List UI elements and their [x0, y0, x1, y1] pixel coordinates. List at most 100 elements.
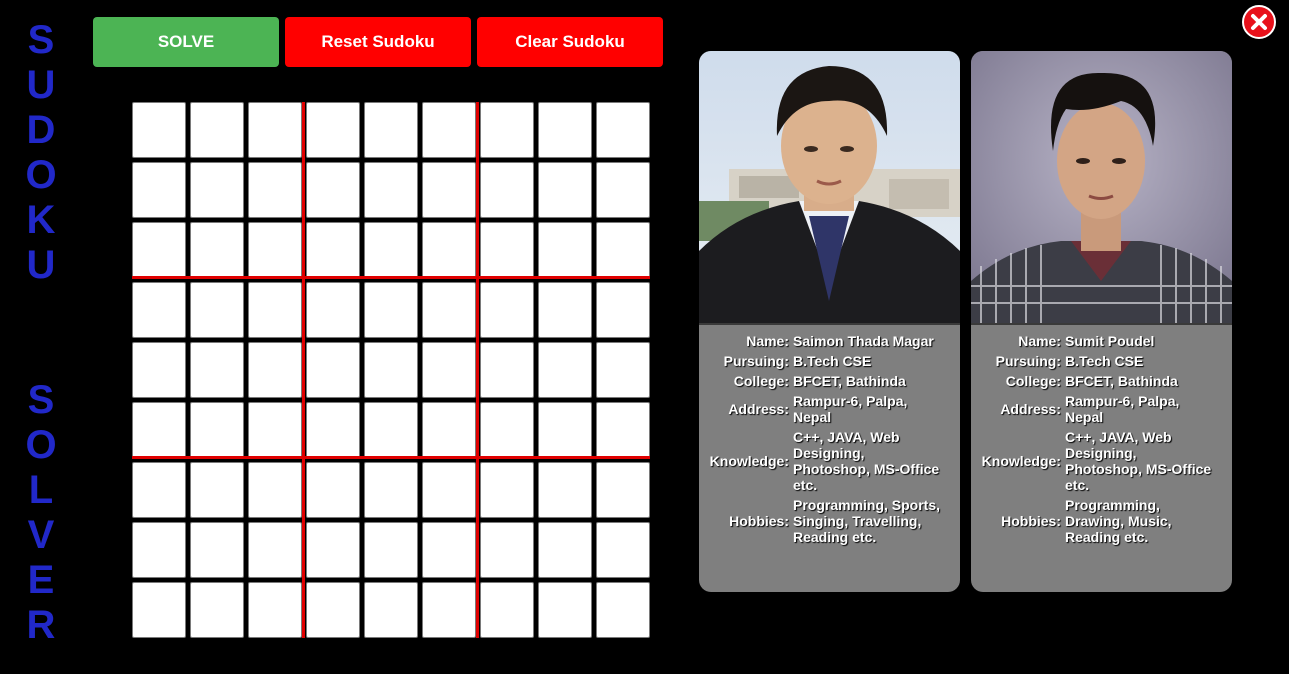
sudoku-cell-input[interactable] [538, 162, 592, 218]
solve-button[interactable]: SOLVE [93, 17, 279, 67]
sudoku-cell-input[interactable] [422, 402, 476, 458]
sudoku-cell-wrapper [246, 100, 304, 160]
sudoku-cell-input[interactable] [538, 462, 592, 518]
sudoku-cell-input[interactable] [364, 402, 418, 458]
sudoku-cell-wrapper [536, 580, 594, 640]
sudoku-cell-input[interactable] [132, 462, 186, 518]
sudoku-cell-input[interactable] [596, 522, 650, 578]
sudoku-cell-input[interactable] [132, 342, 186, 398]
sudoku-cell-input[interactable] [190, 522, 244, 578]
sudoku-cell-input[interactable] [190, 462, 244, 518]
sudoku-cell-input[interactable] [596, 342, 650, 398]
value-knowledge: C++, JAVA, Web Designing, Photoshop, MS-… [1065, 429, 1212, 493]
sudoku-cell-input[interactable] [132, 222, 186, 278]
sudoku-cell-input[interactable] [248, 462, 302, 518]
sudoku-cell-input[interactable] [364, 102, 418, 158]
sudoku-cell-input[interactable] [248, 222, 302, 278]
sudoku-cell-input[interactable] [480, 522, 534, 578]
sudoku-cell-input[interactable] [480, 462, 534, 518]
sudoku-cell-input[interactable] [132, 522, 186, 578]
title-letter: O [25, 153, 57, 197]
sudoku-cell-input[interactable] [538, 222, 592, 278]
sudoku-cell-input[interactable] [364, 462, 418, 518]
reset-sudoku-button[interactable]: Reset Sudoku [285, 17, 471, 67]
sudoku-cell-input[interactable] [190, 342, 244, 398]
sudoku-cell-input[interactable] [480, 402, 534, 458]
sudoku-cell-input[interactable] [132, 582, 186, 638]
sudoku-cell-input[interactable] [480, 222, 534, 278]
sudoku-cell-input[interactable] [306, 102, 360, 158]
sudoku-cell-input[interactable] [480, 102, 534, 158]
close-button[interactable] [1242, 5, 1276, 39]
sudoku-cell-input[interactable] [248, 402, 302, 458]
sudoku-cell-input[interactable] [422, 462, 476, 518]
sudoku-cell-input[interactable] [248, 282, 302, 338]
sudoku-cell-input[interactable] [422, 342, 476, 398]
sudoku-cell-input[interactable] [538, 102, 592, 158]
sudoku-cell-input[interactable] [596, 162, 650, 218]
sudoku-cell-input[interactable] [422, 222, 476, 278]
sudoku-cell-input[interactable] [190, 162, 244, 218]
sudoku-cell-input[interactable] [190, 282, 244, 338]
sudoku-cell-input[interactable] [248, 582, 302, 638]
sudoku-cell-input[interactable] [422, 102, 476, 158]
sudoku-cell-input[interactable] [538, 402, 592, 458]
sudoku-cell-input[interactable] [538, 522, 592, 578]
clear-sudoku-button[interactable]: Clear Sudoku [477, 17, 663, 67]
sudoku-cell-input[interactable] [538, 342, 592, 398]
sudoku-cell-input[interactable] [190, 222, 244, 278]
sudoku-cell-input[interactable] [364, 522, 418, 578]
sudoku-cell-input[interactable] [480, 282, 534, 338]
box-separator-vertical [476, 102, 479, 638]
sudoku-cell-input[interactable] [248, 342, 302, 398]
sudoku-cell-input[interactable] [596, 462, 650, 518]
sudoku-cell-input[interactable] [480, 582, 534, 638]
label-knowledge: Knowledge: [981, 453, 1061, 469]
sudoku-cell-input[interactable] [364, 222, 418, 278]
sudoku-cell-input[interactable] [306, 222, 360, 278]
sudoku-cell-input[interactable] [132, 102, 186, 158]
sudoku-cell-input[interactable] [422, 162, 476, 218]
sudoku-cell-input[interactable] [364, 162, 418, 218]
sudoku-cell-input[interactable] [190, 102, 244, 158]
sudoku-cell-wrapper [536, 280, 594, 340]
sudoku-cell-input[interactable] [248, 162, 302, 218]
sudoku-cell-input[interactable] [132, 162, 186, 218]
sudoku-cell-input[interactable] [306, 402, 360, 458]
sudoku-cell-input[interactable] [306, 162, 360, 218]
sudoku-cell-input[interactable] [480, 162, 534, 218]
sudoku-cell-wrapper [536, 340, 594, 400]
sudoku-cell-input[interactable] [596, 582, 650, 638]
sudoku-cell-wrapper [362, 460, 420, 520]
sudoku-cell-input[interactable] [190, 402, 244, 458]
sudoku-cell-input[interactable] [132, 282, 186, 338]
sudoku-cell-input[interactable] [306, 462, 360, 518]
sudoku-cell-input[interactable] [422, 522, 476, 578]
sudoku-cell-input[interactable] [132, 402, 186, 458]
sudoku-cell-input[interactable] [364, 282, 418, 338]
sudoku-cell-input[interactable] [480, 342, 534, 398]
title-letter: L [28, 468, 54, 512]
sudoku-cell-input[interactable] [538, 282, 592, 338]
sudoku-cell-input[interactable] [422, 282, 476, 338]
sudoku-cell-input[interactable] [364, 582, 418, 638]
sudoku-cell-input[interactable] [306, 282, 360, 338]
sudoku-cell-input[interactable] [190, 582, 244, 638]
sudoku-cell-input[interactable] [422, 582, 476, 638]
sudoku-cell-input[interactable] [306, 582, 360, 638]
sudoku-cell-input[interactable] [596, 402, 650, 458]
profile-photo [971, 51, 1232, 323]
sudoku-cell-input[interactable] [248, 522, 302, 578]
title-word-sudoku: S U D O K U [18, 18, 64, 288]
sudoku-cell-input[interactable] [306, 342, 360, 398]
sudoku-cell-input[interactable] [596, 282, 650, 338]
sudoku-cell-input[interactable] [248, 102, 302, 158]
profile-photo [699, 51, 960, 323]
sudoku-cell-input[interactable] [596, 222, 650, 278]
sudoku-cell-input[interactable] [364, 342, 418, 398]
sudoku-cell-input[interactable] [306, 522, 360, 578]
sudoku-cell-input[interactable] [538, 582, 592, 638]
sudoku-cell-wrapper [594, 160, 652, 220]
sudoku-cell-wrapper [362, 580, 420, 640]
sudoku-cell-input[interactable] [596, 102, 650, 158]
